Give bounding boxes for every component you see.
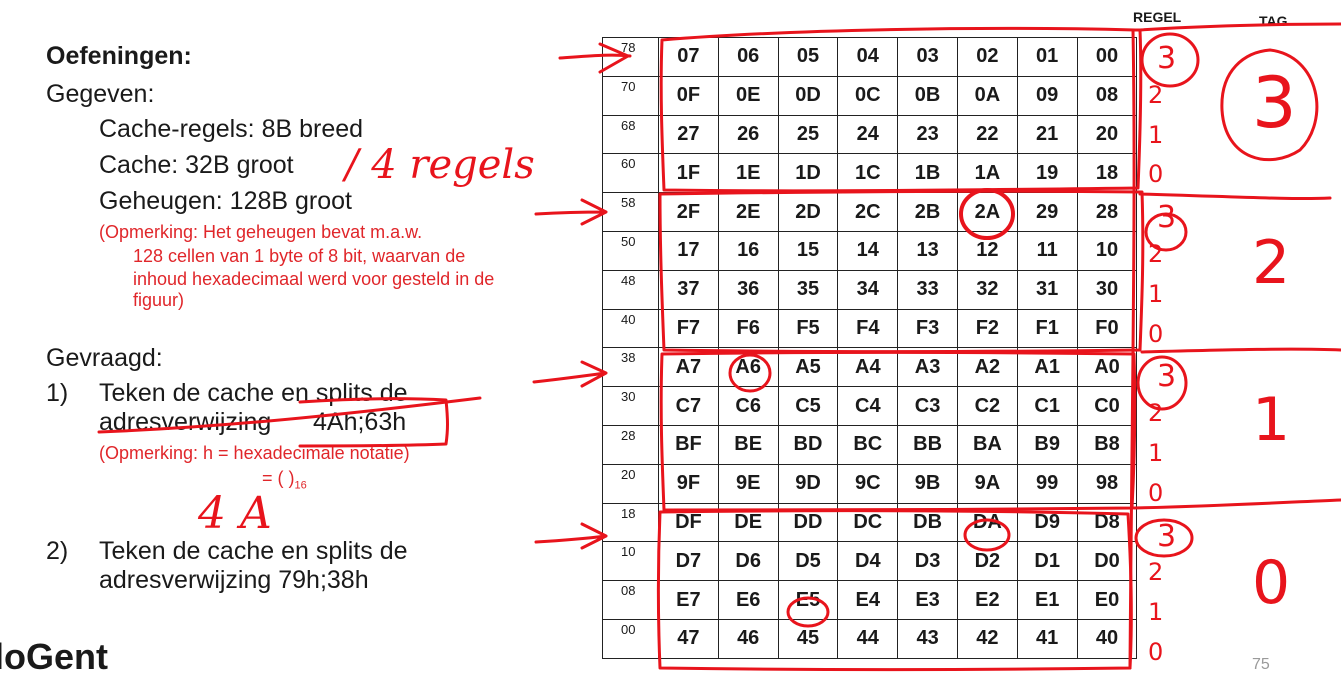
tag-value: 2 bbox=[1252, 228, 1291, 298]
regel-digit: 0 bbox=[1148, 160, 1164, 189]
tag-value: 3 bbox=[1252, 62, 1297, 144]
arrow-78 bbox=[558, 42, 632, 74]
tag-divider-0 bbox=[1132, 498, 1341, 510]
regel-digit: 2 bbox=[1148, 399, 1164, 428]
tag-value: 1 bbox=[1252, 385, 1291, 455]
arrow-18 bbox=[534, 522, 608, 550]
arrow-58 bbox=[534, 198, 608, 226]
block-outline-1 bbox=[659, 351, 1137, 512]
regel-digit: 0 bbox=[1148, 638, 1164, 666]
tag-divider-2 bbox=[1138, 192, 1332, 201]
regel-digit: 1 bbox=[1148, 120, 1164, 149]
regel-digit: 0 bbox=[1148, 478, 1164, 507]
regel-digit: 3 bbox=[1157, 200, 1177, 236]
strike-line bbox=[97, 396, 482, 434]
block-outline-0 bbox=[657, 509, 1133, 671]
handwritten-regels-note: / 4 regels bbox=[345, 142, 535, 188]
regel-digit: 1 bbox=[1148, 439, 1164, 467]
block-outline-3 bbox=[659, 26, 1143, 193]
regel-digit: 3 bbox=[1157, 359, 1177, 395]
regel-digit: 2 bbox=[1148, 558, 1164, 587]
tag-divider-top bbox=[1138, 22, 1341, 32]
handwritten-annotations bbox=[97, 22, 1341, 671]
circle-E5 bbox=[786, 596, 830, 628]
regel-digit: 3 bbox=[1157, 518, 1177, 554]
handwritten-answer: 4 A bbox=[198, 488, 272, 539]
circle-2A bbox=[959, 188, 1015, 240]
tag-divider-1 bbox=[1140, 347, 1341, 354]
regel-digit: 1 bbox=[1148, 598, 1164, 627]
arrow-38 bbox=[532, 360, 608, 388]
tag-value: 0 bbox=[1252, 548, 1291, 618]
circle-A6 bbox=[728, 353, 772, 393]
regel-digit: 2 bbox=[1148, 240, 1164, 268]
regel-digit: 1 bbox=[1148, 279, 1164, 308]
block-outline-2 bbox=[658, 189, 1145, 353]
circle-DA bbox=[963, 518, 1011, 552]
regel-digit: 2 bbox=[1148, 80, 1164, 109]
regel-digit: 3 bbox=[1157, 41, 1177, 76]
regel-digit: 0 bbox=[1148, 319, 1164, 348]
